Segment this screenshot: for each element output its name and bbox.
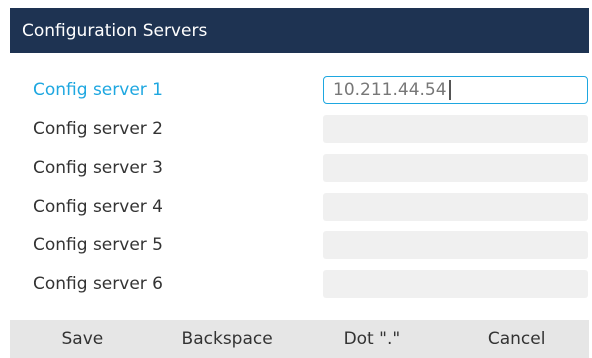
- config-server-label-3: Config server 3: [33, 158, 163, 178]
- save-softkey[interactable]: Save: [10, 320, 155, 358]
- config-server-row-6[interactable]: Config server 6: [0, 266, 592, 302]
- config-server-label-4: Config server 4: [33, 197, 163, 217]
- config-server-label-5: Config server 5: [33, 235, 163, 255]
- text-cursor: [448, 80, 451, 100]
- dot-softkey[interactable]: Dot ".": [300, 320, 445, 358]
- config-server-input-3[interactable]: [323, 154, 588, 182]
- config-server-input-2[interactable]: [323, 115, 588, 143]
- config-server-label-1: Config server 1: [33, 80, 163, 100]
- softkey-bar: Save Backspace Dot "." Cancel: [10, 320, 589, 358]
- config-server-input-6[interactable]: [323, 270, 588, 298]
- config-server-label-2: Config server 2: [33, 119, 163, 139]
- config-server-input-1[interactable]: 10.211.44.54: [323, 76, 588, 104]
- config-server-row-5[interactable]: Config server 5: [0, 227, 592, 263]
- page-title: Configuration Servers: [22, 20, 208, 41]
- config-server-row-4[interactable]: Config server 4: [0, 189, 592, 225]
- config-server-row-1[interactable]: Config server 1 10.211.44.54: [0, 72, 592, 108]
- config-server-input-4[interactable]: [323, 193, 588, 221]
- config-server-row-3[interactable]: Config server 3: [0, 150, 592, 186]
- config-server-value-1: 10.211.44.54: [333, 80, 447, 100]
- title-bar: Configuration Servers: [10, 8, 589, 53]
- config-server-input-5[interactable]: [323, 231, 588, 259]
- cancel-softkey[interactable]: Cancel: [444, 320, 589, 358]
- config-server-row-2[interactable]: Config server 2: [0, 111, 592, 147]
- backspace-softkey[interactable]: Backspace: [155, 320, 300, 358]
- config-server-label-6: Config server 6: [33, 274, 163, 294]
